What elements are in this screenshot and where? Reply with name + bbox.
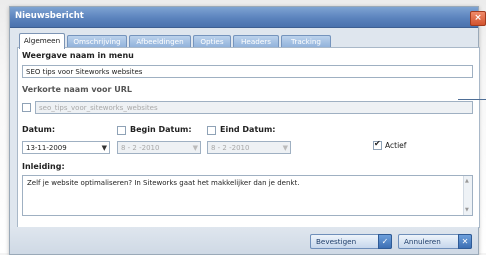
chevron-down-icon: ▼	[101, 144, 107, 152]
close-icon: ×	[474, 13, 482, 23]
callout-line	[458, 99, 486, 100]
scroll-down-icon: ▼	[465, 207, 469, 213]
datum-value: 13-11-2009	[26, 144, 67, 152]
tab-label: Tracking	[291, 37, 321, 46]
chevron-down-icon: ▼	[282, 144, 288, 152]
eind-datum-value: 8 - 2 -2010	[211, 144, 250, 152]
tab-label: Headers	[241, 37, 271, 46]
confirm-label: Bevestigen	[316, 237, 357, 246]
datum-select[interactable]: 13-11-2009 ▼	[22, 141, 110, 154]
window-title: Nieuwsbericht	[15, 11, 84, 21]
begin-datum-checkbox[interactable]	[117, 126, 126, 135]
general-tab-panel: Weergave naam in menu SEO tips voor Site…	[17, 47, 480, 228]
menu-name-label: Weergave naam in menu	[22, 51, 134, 60]
title-bar[interactable]: Nieuwsbericht	[10, 7, 478, 28]
cancel-button[interactable]: Annuleren ✕	[398, 234, 472, 249]
tab-label: Opties	[200, 37, 224, 46]
close-window-button[interactable]: ×	[470, 11, 486, 26]
begin-datum-value: 8 - 2 -2010	[121, 144, 160, 152]
check-icon: ✓	[378, 234, 392, 249]
chevron-down-icon: ▼	[192, 144, 198, 152]
tab-bar: Algemeen Omschrijving Afbeeldingen Optie…	[17, 33, 477, 49]
menu-name-input[interactable]: SEO tips voor Siteworks websites	[22, 65, 473, 78]
begin-datum-label: Begin Datum:	[130, 125, 192, 134]
tab-label: Afbeeldingen	[136, 37, 184, 46]
button-bar: Bevestigen ✓ Annuleren ✕	[10, 227, 478, 254]
eind-datum-select[interactable]: 8 - 2 -2010 ▼	[207, 141, 291, 154]
url-name-checkbox[interactable]	[22, 103, 31, 112]
datum-label: Datum:	[22, 125, 56, 134]
url-name-input[interactable]: seo_tips_voor_siteworks_websites	[35, 101, 473, 114]
eind-datum-checkbox[interactable]	[207, 126, 216, 135]
inleiding-text: Zelf je website optimaliseren? In Sitewo…	[27, 179, 300, 187]
eind-datum-label: Eind Datum:	[220, 125, 276, 134]
actief-checkbox[interactable]	[373, 139, 382, 150]
tab-algemeen[interactable]: Algemeen	[19, 33, 65, 49]
textarea-scrollbar[interactable]: ▲ ▼	[463, 176, 472, 215]
inleiding-textarea[interactable]: Zelf je website optimaliseren? In Sitewo…	[22, 175, 473, 216]
url-name-label: Verkorte naam voor URL	[22, 85, 133, 94]
tab-label: Omschrijving	[73, 37, 121, 46]
confirm-button[interactable]: Bevestigen ✓	[310, 234, 392, 249]
actief-label: Actief	[385, 141, 407, 150]
close-icon: ✕	[458, 234, 472, 249]
begin-datum-select[interactable]: 8 - 2 -2010 ▼	[117, 141, 201, 154]
cancel-label: Annuleren	[404, 237, 441, 246]
news-item-dialog: Nieuwsbericht × Algemeen Omschrijving Af…	[9, 6, 486, 255]
tab-label: Algemeen	[23, 36, 61, 45]
scroll-up-icon: ▲	[465, 178, 469, 184]
inleiding-label: Inleiding:	[22, 162, 65, 171]
